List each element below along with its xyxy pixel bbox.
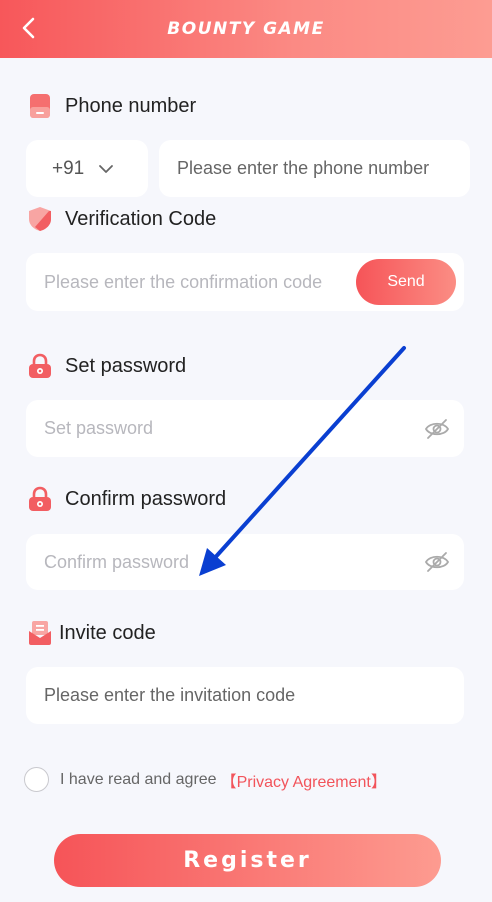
shield-icon bbox=[29, 207, 51, 231]
lock-icon bbox=[29, 353, 51, 378]
invite-code-input[interactable] bbox=[26, 667, 464, 724]
country-code-select[interactable]: +91 bbox=[26, 140, 148, 197]
agreement-checkbox[interactable] bbox=[24, 767, 49, 792]
password-label: Set password bbox=[65, 354, 187, 377]
verification-label-row: Verification Code bbox=[27, 206, 216, 232]
password-label-row: Set password bbox=[27, 353, 186, 379]
verification-label: Verification Code bbox=[65, 207, 217, 230]
invite-field bbox=[26, 667, 464, 724]
back-button[interactable] bbox=[14, 14, 42, 42]
confirm-label-row: Confirm password bbox=[27, 486, 226, 512]
send-code-button[interactable]: Send bbox=[356, 259, 456, 305]
privacy-agreement-link[interactable]: 【Privacy Agreement】 bbox=[221, 768, 387, 792]
agreement-text: I have read and agree bbox=[60, 770, 217, 788]
password-input[interactable] bbox=[26, 400, 464, 457]
app-logo: BOUNTY GAME bbox=[167, 19, 325, 39]
chevron-left-icon bbox=[22, 17, 35, 39]
phone-input[interactable] bbox=[159, 140, 470, 197]
phone-field bbox=[159, 140, 470, 197]
invite-icon bbox=[29, 621, 51, 645]
invite-label-row: Invite code bbox=[27, 620, 156, 646]
confirm-field bbox=[26, 534, 464, 590]
phone-label-row: Phone number bbox=[27, 93, 196, 119]
phone-icon bbox=[30, 94, 50, 118]
country-code-value: +91 bbox=[52, 157, 85, 179]
phone-label: Phone number bbox=[65, 94, 197, 117]
lock-icon bbox=[29, 486, 51, 511]
verification-input[interactable] bbox=[26, 253, 346, 311]
confirm-label: Confirm password bbox=[65, 487, 227, 510]
chevron-down-icon bbox=[99, 164, 114, 173]
register-button[interactable]: Register bbox=[54, 834, 441, 887]
eye-off-icon[interactable] bbox=[424, 418, 450, 440]
header-bar: BOUNTY GAME bbox=[0, 0, 492, 58]
eye-off-icon[interactable] bbox=[424, 551, 450, 573]
password-field bbox=[26, 400, 464, 457]
invite-label: Invite code bbox=[59, 621, 156, 644]
confirm-password-input[interactable] bbox=[26, 534, 464, 590]
agreement-row: I have read and agree 【Privacy Agreement… bbox=[24, 767, 387, 792]
